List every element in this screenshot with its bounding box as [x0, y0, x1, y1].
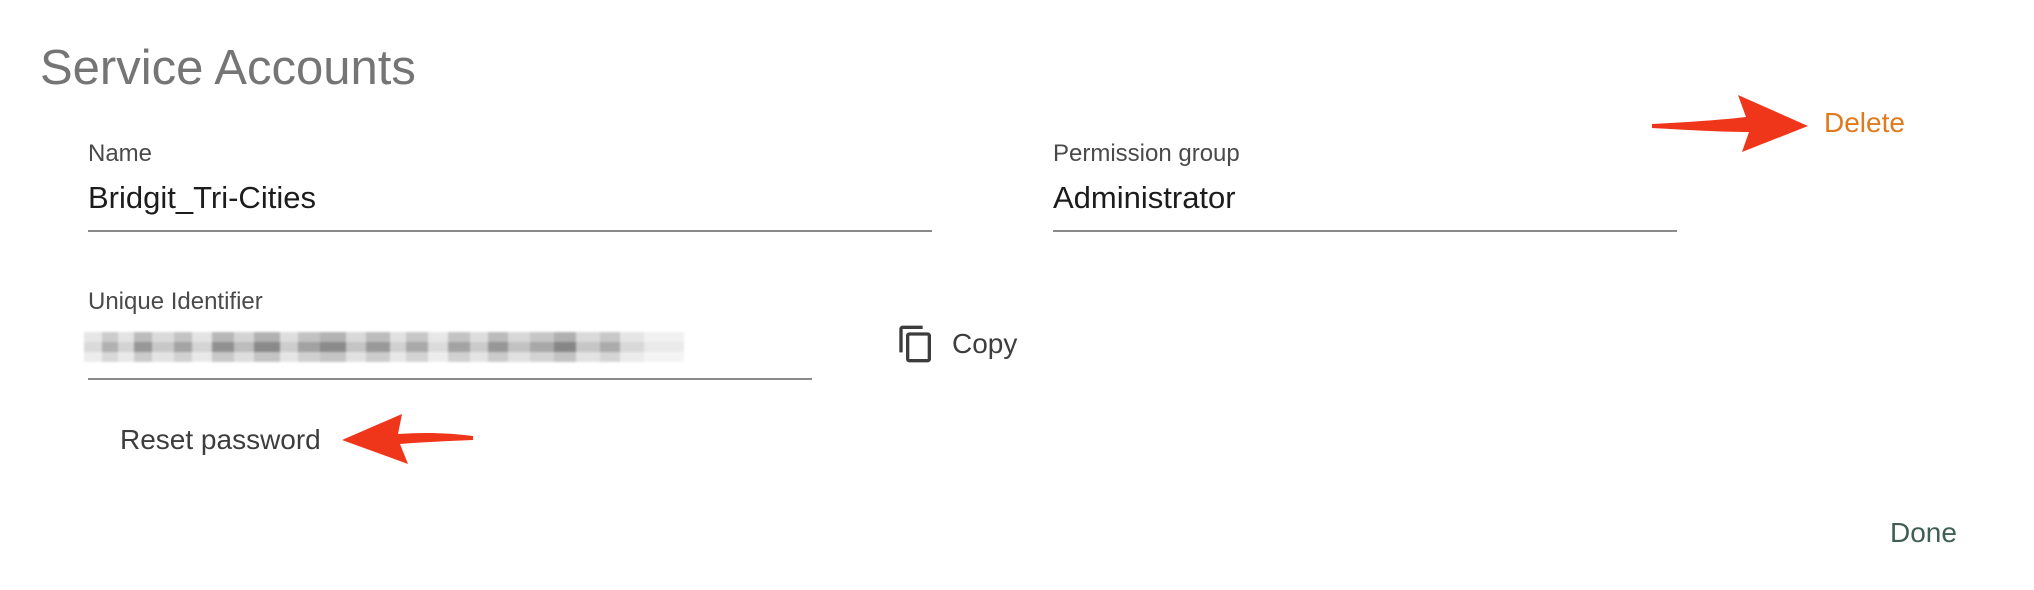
service-account-dialog: Service Accounts Name Bridgit_Tri-Cities… — [0, 0, 2034, 590]
copy-icon — [899, 325, 931, 363]
name-value[interactable]: Bridgit_Tri-Cities — [88, 180, 316, 216]
reset-password-button[interactable]: Reset password — [120, 424, 321, 456]
permission-group-field[interactable]: Permission group Administrator — [1053, 140, 1677, 232]
copy-button[interactable]: Copy — [896, 322, 1017, 366]
unique-identifier-redacted-value — [84, 332, 684, 362]
unique-identifier-field: Unique Identifier — [84, 288, 812, 380]
annotation-arrow-to-reset-password — [342, 414, 473, 464]
name-field[interactable]: Name Bridgit_Tri-Cities — [88, 140, 932, 232]
copy-label: Copy — [952, 328, 1018, 359]
permission-group-label: Permission group — [1053, 140, 1240, 167]
permission-group-value[interactable]: Administrator — [1053, 180, 1236, 216]
unique-identifier-label: Unique Identifier — [88, 288, 263, 315]
annotation-arrow-to-delete — [1652, 95, 1808, 152]
page-title: Service Accounts — [40, 41, 416, 95]
delete-button[interactable]: Delete — [1824, 107, 1905, 139]
name-label: Name — [88, 140, 153, 167]
done-button[interactable]: Done — [1890, 517, 1957, 549]
